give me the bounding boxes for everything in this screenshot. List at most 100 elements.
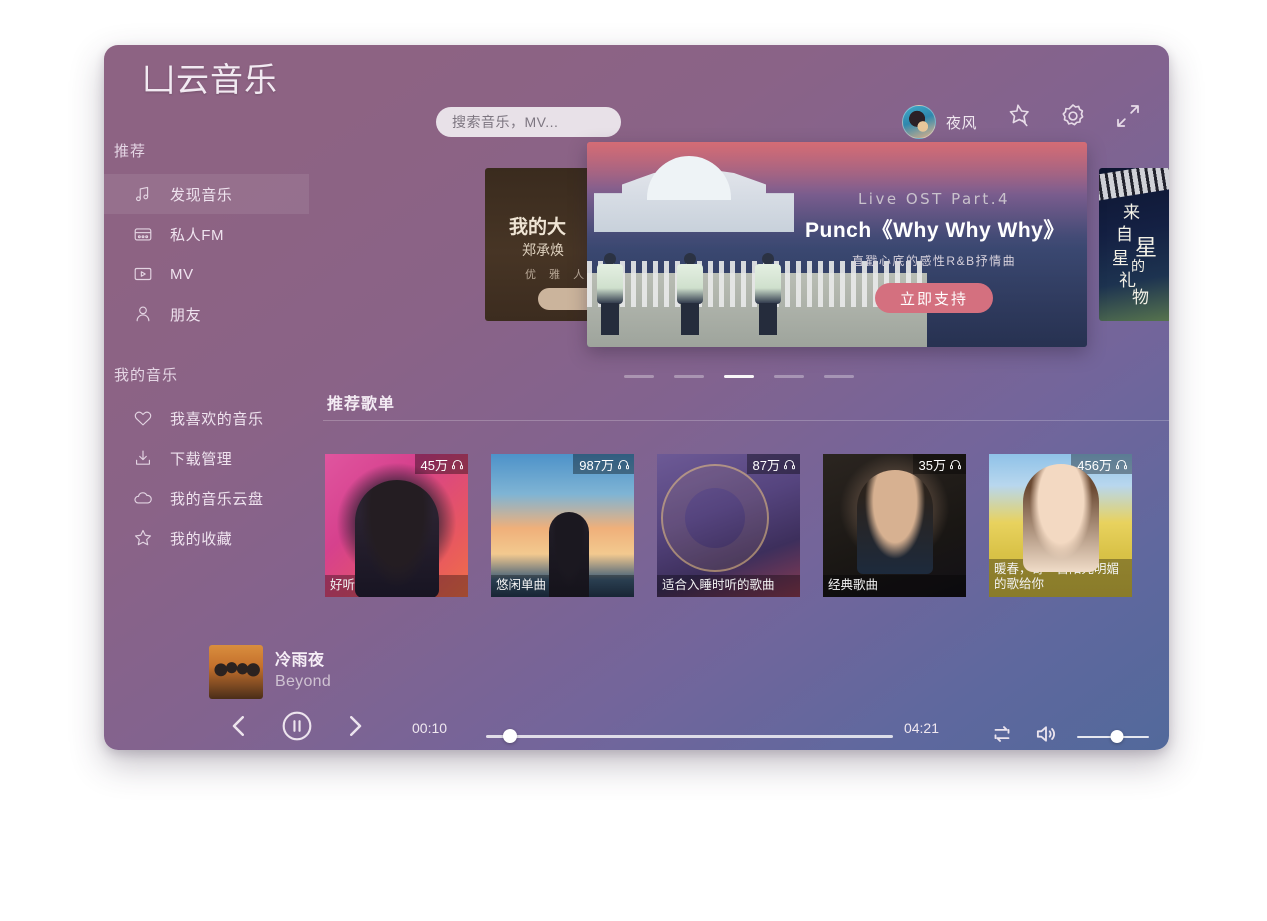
headphone-icon: [1116, 459, 1127, 469]
sidebar-section-title-recommend: 推荐: [114, 143, 147, 160]
now-playing-artist: Beyond: [275, 673, 332, 690]
banner-carousel: 我的大 郑承焕 优 雅 人 来 自 星 星 的 礼 物 Live OST Par…: [309, 142, 1169, 378]
person-icon: [132, 303, 154, 325]
banner-text-block: Live OST Part.4 Punch《Why Why Why》 直戳心底的…: [805, 190, 1064, 313]
total-time-label: 04:21: [903, 720, 939, 736]
heart-icon: [132, 407, 154, 429]
play-count-badge: 456万: [1071, 454, 1132, 474]
cloud-icon: [132, 487, 154, 509]
main-content: 我的大 郑承焕 优 雅 人 来 自 星 星 的 礼 物 Live OST Par…: [309, 111, 1169, 637]
video-icon: [132, 263, 154, 285]
sidebar-item-collection[interactable]: 我的收藏: [104, 518, 309, 558]
play-count-value: 87万: [752, 457, 780, 473]
play-count-badge: 987万: [573, 454, 634, 474]
progress-track: [486, 735, 893, 738]
now-playing-cover[interactable]: [209, 645, 263, 699]
banner-slide-right[interactable]: 来 自 星 星 的 礼 物: [1099, 168, 1169, 321]
play-pause-button[interactable]: [280, 709, 314, 748]
sidebar: 推荐 发现音乐 私人FM MV 朋友 我的音乐 我喜欢的音乐 下载管理 我的音乐…: [104, 140, 309, 637]
section-title: 推荐歌单: [327, 396, 396, 413]
headphone-icon: [950, 459, 961, 469]
radio-icon: [132, 223, 154, 245]
app-window: 凵云音乐 搜索音乐，MV... 夜风 推荐 发现音乐 私人FM MV 朋友 我的…: [104, 45, 1169, 750]
playlist-cover: 87万 适合入睡时听的歌曲: [657, 454, 800, 597]
play-count-value: 987万: [579, 457, 614, 473]
playlist-card[interactable]: 456万 暖春，寄一首阳光明媚的歌给你: [989, 454, 1132, 597]
banner-right-char: 自: [1116, 225, 1133, 245]
carousel-dot-active[interactable]: [724, 375, 754, 378]
carousel-dot[interactable]: [674, 375, 704, 378]
progress-thumb[interactable]: [503, 729, 518, 743]
sidebar-item-label: 私人FM: [170, 226, 225, 244]
section-header: 推荐歌单: [309, 390, 1169, 428]
sidebar-item-label: 我的收藏: [170, 530, 233, 548]
volume-icon[interactable]: [1033, 721, 1059, 750]
sidebar-item-favorites[interactable]: 我喜欢的音乐: [104, 398, 309, 438]
banner-left-caption: 优 雅 人: [525, 269, 590, 281]
carousel-dot[interactable]: [824, 375, 854, 378]
playlist-card[interactable]: 987万 悠闲单曲: [491, 454, 634, 597]
headphone-icon: [784, 459, 795, 469]
repeat-icon[interactable]: [989, 721, 1015, 750]
transport-controls: [224, 709, 370, 748]
playlist-title: 好听的英文歌: [325, 575, 468, 597]
sidebar-item-friends[interactable]: 朋友: [104, 294, 309, 334]
playlist-card[interactable]: 87万 适合入睡时听的歌曲: [657, 454, 800, 597]
sidebar-item-label: 我的音乐云盘: [170, 490, 264, 508]
sidebar-item-label: 发现音乐: [170, 186, 233, 204]
volume-slider[interactable]: [1077, 729, 1149, 744]
sidebar-section-title-mymusic: 我的音乐: [114, 367, 179, 384]
play-count-badge: 35万: [912, 454, 966, 474]
screen-root: 凵云音乐 搜索音乐，MV... 夜风 推荐 发现音乐 私人FM MV 朋友 我的…: [0, 0, 1267, 921]
playlist-card[interactable]: 35万 经典歌曲: [823, 454, 966, 597]
player-right-controls: [989, 721, 1149, 750]
previous-button[interactable]: [224, 711, 254, 746]
sidebar-item-discover[interactable]: 发现音乐: [104, 174, 309, 214]
download-icon: [132, 447, 154, 469]
player-bar: 冷雨夜 Beyond 00:10 04:21: [104, 637, 1169, 750]
banner-left-subtitle: 郑承焕: [522, 242, 564, 258]
playlist-cover: 456万 暖春，寄一首阳光明媚的歌给你: [989, 454, 1132, 597]
carousel-dot[interactable]: [774, 375, 804, 378]
carousel-dots: [309, 375, 1169, 378]
playlist-title: 经典歌曲: [823, 575, 966, 597]
banner-right-char: 物: [1132, 288, 1149, 308]
banner-center-art: Live OST Part.4 Punch《Why Why Why》 直戳心底的…: [587, 142, 1087, 347]
playlist-card[interactable]: 45万 好听的英文歌: [325, 454, 468, 597]
playlist-cover: 35万 经典歌曲: [823, 454, 966, 597]
volume-thumb[interactable]: [1110, 729, 1124, 743]
sidebar-item-downloads[interactable]: 下载管理: [104, 438, 309, 478]
sidebar-item-mv[interactable]: MV: [104, 254, 309, 294]
playlist-grid: 45万 好听的英文歌 987万 悠闲单曲 87万 适合入睡时听的歌曲 35万 经…: [325, 454, 1169, 597]
guard-figure: [755, 253, 781, 335]
guard-figure: [597, 253, 623, 335]
now-playing-meta: 冷雨夜 Beyond: [275, 646, 331, 691]
music-note-icon: [132, 183, 154, 205]
playlist-title: 暖春，寄一首阳光明媚的歌给你: [989, 558, 1132, 597]
banner-right-art: 来 自 星 星 的 礼 物: [1099, 168, 1169, 321]
sidebar-item-fm[interactable]: 私人FM: [104, 214, 309, 254]
app-logo: 凵云音乐: [142, 60, 278, 99]
play-count-badge: 45万: [414, 454, 468, 474]
headphone-icon: [452, 459, 463, 469]
play-count-value: 35万: [918, 457, 946, 473]
banner-cta-button[interactable]: 立即支持: [875, 283, 993, 313]
sidebar-item-label: MV: [170, 265, 194, 283]
playlist-title: 悠闲单曲: [491, 575, 634, 597]
banner-eyebrow: Live OST Part.4: [857, 190, 1011, 208]
play-count-badge: 87万: [746, 454, 800, 474]
banner-slide-center[interactable]: Live OST Part.4 Punch《Why Why Why》 直戳心底的…: [587, 142, 1087, 347]
sidebar-item-cloud[interactable]: 我的音乐云盘: [104, 478, 309, 518]
sidebar-item-label: 我喜欢的音乐: [170, 410, 264, 428]
section-divider: [323, 420, 1169, 421]
sidebar-item-label: 朋友: [170, 306, 202, 324]
sidebar-item-label: 下载管理: [170, 450, 233, 468]
dome-decor: [647, 156, 731, 200]
current-time-label: 00:10: [412, 720, 448, 736]
carousel-dot[interactable]: [624, 375, 654, 378]
play-count-value: 45万: [420, 457, 448, 473]
progress-slider[interactable]: [486, 729, 893, 743]
headphone-icon: [618, 459, 629, 469]
playlist-cover: 45万 好听的英文歌: [325, 454, 468, 597]
next-button[interactable]: [340, 711, 370, 746]
